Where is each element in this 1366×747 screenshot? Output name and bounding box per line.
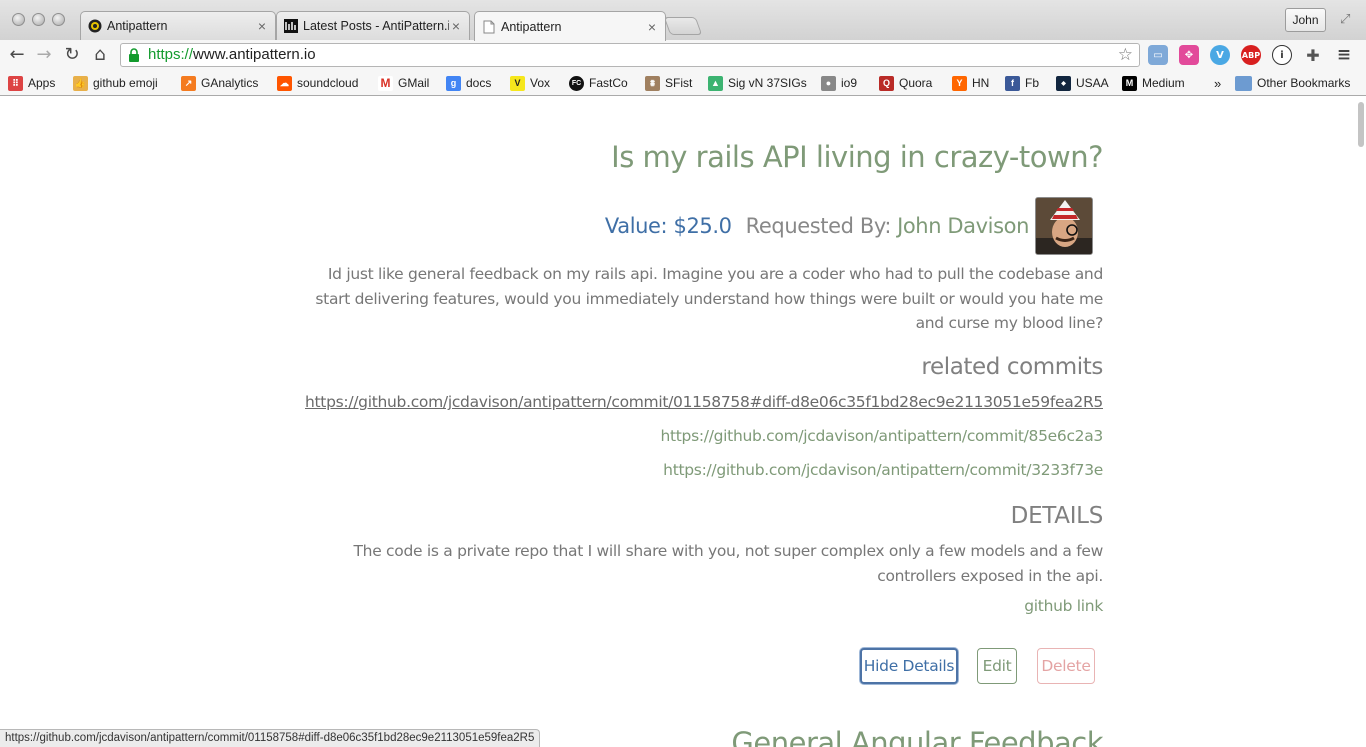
antipattern-favicon-icon bbox=[87, 18, 103, 34]
bookmark-soundcloud[interactable]: ☁ soundcloud bbox=[277, 74, 358, 92]
address-bar[interactable]: https://www.antipattern.io ☆ bbox=[120, 43, 1140, 67]
forward-arrow-icon[interactable]: → bbox=[32, 43, 56, 67]
bookmark-fastco[interactable]: FC FastCo bbox=[569, 74, 628, 92]
menu-icon[interactable]: ≡ bbox=[1334, 45, 1354, 65]
signal-icon: ▲ bbox=[708, 75, 723, 91]
commit-link-3[interactable]: https://github.com/jcdavison/antipattern… bbox=[663, 461, 1103, 479]
tab-antipattern-active[interactable]: Antipattern × bbox=[474, 11, 666, 41]
document-icon bbox=[481, 19, 497, 35]
medium-icon: M bbox=[1122, 75, 1137, 91]
fastco-icon: FC bbox=[569, 75, 584, 91]
tab-antipattern-1[interactable]: Antipattern × bbox=[80, 11, 276, 40]
back-arrow-icon[interactable]: ← bbox=[5, 43, 29, 67]
soundcloud-icon: ☁ bbox=[277, 75, 292, 91]
bookmark-sfist[interactable]: ⩩ SFist bbox=[645, 74, 692, 92]
bookmark-apps[interactable]: ⠿ Apps bbox=[8, 74, 55, 92]
minimize-window-button[interactable] bbox=[32, 13, 45, 26]
bookmark-quora[interactable]: Q Quora bbox=[879, 74, 932, 92]
browser-chrome: Antipattern × Latest Posts - AntiPattern… bbox=[0, 0, 1366, 96]
cast-icon[interactable]: ▭ bbox=[1148, 45, 1168, 65]
post-description: Id just like general feedback on my rail… bbox=[315, 265, 1103, 332]
bookmark-hn[interactable]: Y HN bbox=[952, 74, 989, 92]
antipattern-blog-favicon-icon bbox=[283, 18, 299, 34]
bounty-value: Value: $25.0 bbox=[604, 214, 732, 238]
post-meta: Value: $25.0 Requested By: John Davison bbox=[605, 196, 1093, 256]
apps-grid-icon: ⠿ bbox=[8, 75, 23, 91]
thumbs-up-icon: 👍 bbox=[73, 75, 88, 91]
analytics-icon: ↗ bbox=[181, 75, 196, 91]
next-post-title[interactable]: General Angular Feedback bbox=[731, 726, 1103, 747]
browser-toolbar: ← → ↻ ⌂ https://www.antipattern.io ☆ ▭ ✥… bbox=[0, 40, 1366, 70]
tab-title: Latest Posts - AntiPattern.i bbox=[303, 19, 449, 33]
delete-button[interactable]: Delete bbox=[1037, 648, 1095, 684]
commit-link-2[interactable]: https://github.com/jcdavison/antipattern… bbox=[660, 427, 1103, 445]
bookmark-docs[interactable]: g docs bbox=[446, 74, 491, 92]
details-text: The code is a private repo that I will s… bbox=[353, 542, 1104, 585]
puzzle-icon[interactable]: ✚ bbox=[1303, 45, 1323, 65]
scrollbar-thumb[interactable] bbox=[1358, 102, 1364, 147]
bookmark-usaa[interactable]: ◆ USAA bbox=[1056, 74, 1109, 92]
usaa-icon: ◆ bbox=[1056, 75, 1071, 91]
close-window-button[interactable] bbox=[12, 13, 25, 26]
home-icon[interactable]: ⌂ bbox=[88, 43, 112, 67]
bookmark-io9[interactable]: ● io9 bbox=[821, 74, 857, 92]
bookmark-ganalytics[interactable]: ↗ GAnalytics bbox=[181, 74, 258, 92]
link-status-bubble: https://github.com/jcdavison/antipattern… bbox=[0, 729, 541, 747]
bookmark-github-emoji[interactable]: 👍 github emoji bbox=[73, 74, 158, 92]
requested-by-label: Requested By: bbox=[745, 214, 892, 238]
bookmark-medium[interactable]: M Medium bbox=[1122, 74, 1185, 92]
io9-icon: ● bbox=[821, 75, 836, 91]
bookmark-star-icon[interactable]: ☆ bbox=[1118, 44, 1133, 66]
fullscreen-icon[interactable]: ⤢ bbox=[1340, 12, 1356, 28]
bookmarks-bar: ⠿ Apps 👍 github emoji ↗ GAnalytics ☁ soundcl… bbox=[0, 70, 1366, 96]
post-title: Is my rails API living in crazy-town? bbox=[611, 140, 1103, 174]
scrollbar[interactable] bbox=[1356, 96, 1366, 747]
facebook-icon: f bbox=[1005, 75, 1020, 91]
edit-button[interactable]: Edit bbox=[977, 648, 1017, 684]
title-bar: Antipattern × Latest Posts - AntiPattern… bbox=[0, 0, 1366, 41]
adblock-icon[interactable]: ABP bbox=[1241, 45, 1261, 65]
commit-link-1[interactable]: https://github.com/jcdavison/antipattern… bbox=[305, 393, 1103, 411]
vimeo-icon[interactable]: V bbox=[1210, 45, 1230, 65]
other-bookmarks-folder[interactable]: Other Bookmarks bbox=[1235, 74, 1350, 92]
avatar[interactable] bbox=[1035, 197, 1093, 255]
url-scheme: https:// bbox=[148, 46, 194, 63]
google-icon: g bbox=[446, 75, 461, 91]
folder-icon bbox=[1235, 75, 1252, 91]
reload-icon[interactable]: ↻ bbox=[60, 43, 84, 67]
page-viewport: Is my rails API living in crazy-town? Va… bbox=[0, 96, 1366, 747]
hide-details-button[interactable]: Hide Details bbox=[860, 648, 958, 684]
hacker-news-icon: Y bbox=[952, 75, 967, 91]
new-tab-button[interactable] bbox=[663, 17, 703, 35]
bookmark-fb[interactable]: f Fb bbox=[1005, 74, 1039, 92]
close-tab-icon[interactable]: × bbox=[645, 19, 659, 35]
bookmarks-overflow-chevron-icon[interactable]: » bbox=[1214, 74, 1221, 92]
bookmark-sig-vn[interactable]: ▲ Sig vN 37SIGs bbox=[708, 74, 807, 92]
vox-icon: V bbox=[510, 75, 525, 91]
requester-name-link[interactable]: John Davison bbox=[897, 214, 1029, 238]
tab-title: Antipattern bbox=[501, 19, 562, 34]
sfist-icon: ⩩ bbox=[645, 75, 660, 91]
url-host: www.antipattern.io bbox=[193, 46, 316, 63]
colorzilla-icon[interactable]: ✥ bbox=[1179, 45, 1199, 65]
info-icon[interactable]: i bbox=[1272, 45, 1292, 65]
zoom-window-button[interactable] bbox=[52, 13, 65, 26]
tab-latest-posts[interactable]: Latest Posts - AntiPattern.i × bbox=[276, 11, 470, 40]
details-heading: DETAILS bbox=[1010, 503, 1104, 529]
profile-button[interactable]: John bbox=[1285, 8, 1326, 32]
close-tab-icon[interactable]: × bbox=[449, 18, 463, 34]
gmail-icon: M bbox=[378, 75, 393, 91]
bookmark-vox[interactable]: V Vox bbox=[510, 74, 550, 92]
tab-title: Antipattern bbox=[107, 19, 168, 33]
close-tab-icon[interactable]: × bbox=[255, 18, 269, 34]
related-commits-heading: related commits bbox=[921, 354, 1103, 380]
github-link[interactable]: github link bbox=[1024, 597, 1103, 615]
lock-icon bbox=[129, 48, 139, 62]
quora-icon: Q bbox=[879, 75, 894, 91]
bookmark-gmail[interactable]: M GMail bbox=[378, 74, 429, 92]
